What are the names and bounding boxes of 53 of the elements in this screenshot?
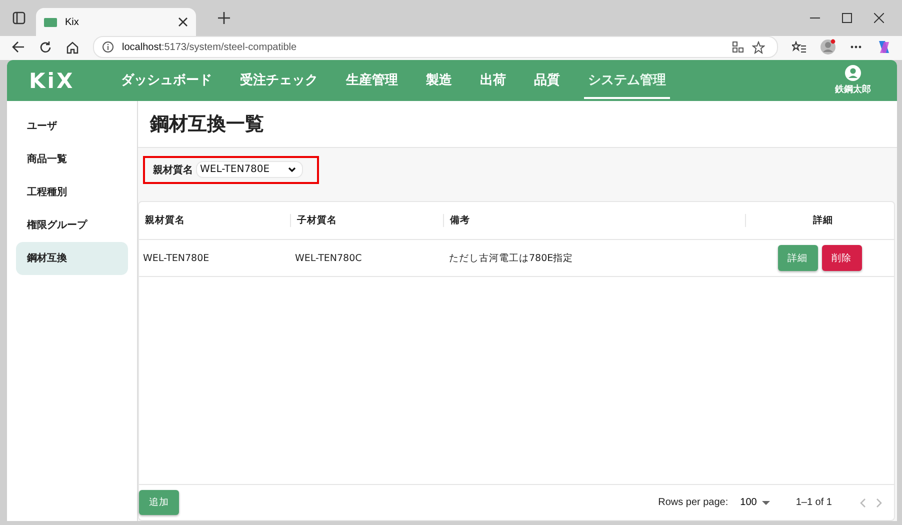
select-field[interactable]: WEL-TEN780E — [196, 161, 303, 178]
nav-tab[interactable]: 生産管理 — [342, 62, 402, 98]
address-bar[interactable]: localhost:5173/system/steel-compatible — [93, 36, 778, 58]
sidebar-item[interactable]: 工程種別 — [16, 176, 128, 209]
copilot-icon[interactable] — [876, 39, 892, 55]
page-range: 1–1 of 1 — [796, 497, 832, 508]
info-icon[interactable] — [102, 41, 114, 53]
tab-title: Kix — [65, 16, 80, 28]
nav-tab[interactable]: 品質 — [530, 62, 564, 98]
nav-tab[interactable]: 受注チェック — [236, 62, 322, 98]
tab-actions-icon[interactable] — [12, 11, 26, 25]
user-name: 鉄鋼太郎 — [835, 83, 871, 96]
column-header: 子材質名 — [290, 214, 443, 227]
chevron-icon — [288, 167, 296, 172]
logo[interactable]: KiX — [29, 68, 117, 92]
nav-tab[interactable]: 出荷 — [476, 62, 510, 98]
rows-per-page-select[interactable]: 100 — [740, 497, 770, 508]
add-button[interactable]: 追加 — [139, 490, 179, 515]
column-header: 親材質名 — [144, 214, 186, 227]
table-cell-text: WEL-TEN780E — [142, 252, 210, 264]
nav-tab[interactable]: システム管理 — [584, 62, 670, 98]
detail-button[interactable]: 詳細 — [778, 245, 818, 271]
filter-label: 親材質名 — [153, 164, 193, 176]
table-cell-text: WEL-TEN780C — [294, 252, 363, 264]
rows-per-page-label: Rows per page: — [658, 497, 728, 508]
column-header: 詳細 — [745, 214, 894, 227]
back-icon[interactable] — [12, 41, 25, 53]
sidebar-item[interactable]: 権限グループ — [16, 209, 128, 242]
maximize-icon[interactable] — [842, 13, 852, 23]
reload-icon[interactable] — [39, 40, 52, 54]
grid-icon[interactable] — [732, 41, 744, 53]
nav-tab[interactable]: ダッシュボード — [117, 62, 216, 98]
column-header: 備考 — [443, 214, 745, 227]
user-icon[interactable] — [845, 65, 861, 81]
more-icon[interactable] — [850, 45, 862, 49]
browser-tab[interactable]: Kix — [36, 8, 196, 36]
page-title: 鋼材互換一覧 — [150, 112, 264, 137]
favorites-icon[interactable] — [792, 41, 806, 53]
dropdown-icon — [762, 500, 770, 504]
new-tab-icon[interactable] — [218, 12, 230, 24]
home-icon[interactable] — [66, 40, 79, 54]
delete-button[interactable]: 削除 — [822, 245, 862, 271]
sidebar-item[interactable]: ユーザ — [16, 110, 128, 143]
sidebar-item[interactable]: 商品一覧 — [16, 143, 128, 176]
favicon-icon — [44, 18, 57, 26]
sidebar-item[interactable]: 鋼材互換 — [16, 242, 128, 275]
star-icon[interactable] — [752, 40, 765, 54]
profile-icon[interactable] — [820, 39, 836, 55]
close-icon[interactable] — [874, 13, 884, 23]
table-cell-text: ただし古河電工は780E指定 — [448, 252, 574, 264]
url-text: localhost:5173/system/steel-compatible — [122, 42, 297, 52]
close-icon[interactable] — [178, 17, 188, 27]
nav-tab[interactable]: 製造 — [422, 62, 456, 98]
